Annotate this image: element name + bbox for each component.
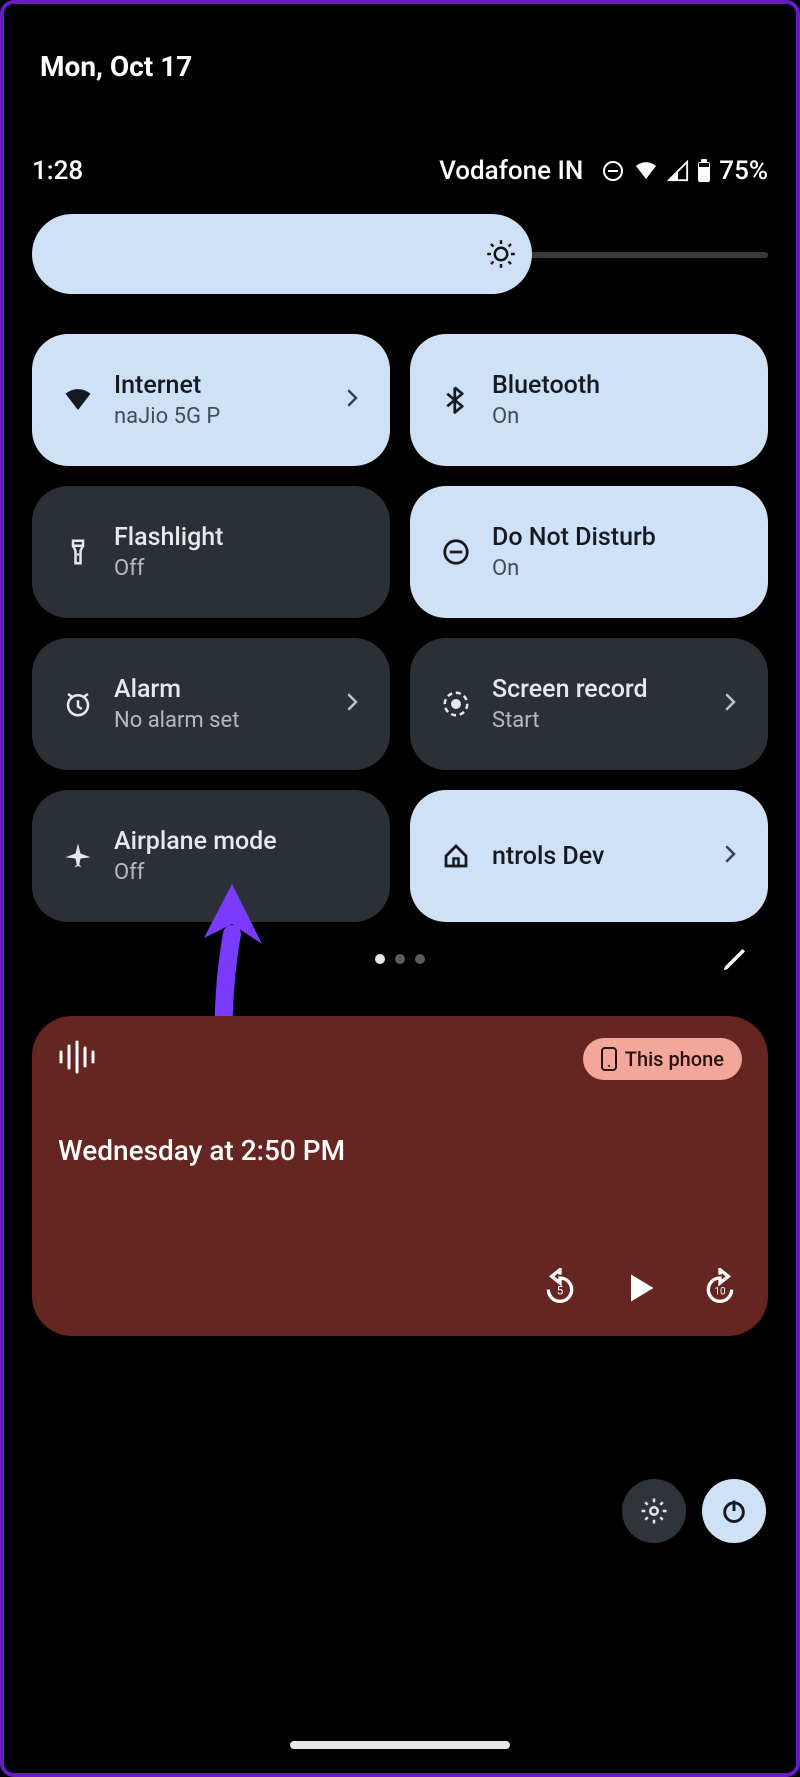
dnd-status-icon [601,159,625,183]
flashlight-icon [56,537,100,567]
tile-title: Bluetooth [492,371,748,400]
status-time: 1:28 [32,156,83,186]
settings-button[interactable] [622,1479,686,1543]
nav-handle[interactable] [290,1741,510,1749]
brightness-icon [486,239,516,269]
play-button[interactable] [622,1270,658,1310]
edit-tiles-button[interactable] [720,944,750,978]
tile-subtitle: Off [114,556,370,581]
tile-bluetooth[interactable]: Bluetooth On [410,334,768,466]
chevron-right-icon [340,386,370,414]
forward-10-button[interactable]: 10 [700,1268,740,1312]
wifi-icon [56,385,100,415]
battery-status-icon [697,159,711,183]
svg-text:10: 10 [714,1287,726,1298]
tile-subtitle: On [492,556,748,581]
status-carrier: Vodafone IN [439,156,583,186]
home-icon [434,841,478,871]
tile-internet[interactable]: Internet naJio 5G P [32,334,390,466]
media-output-label: This phone [625,1047,724,1071]
pager-dot[interactable] [375,954,385,964]
gear-icon [639,1496,669,1526]
media-player-card[interactable]: This phone Wednesday at 2:50 PM 5 10 [32,1016,768,1336]
pencil-icon [720,944,750,974]
tile-subtitle: naJio 5G P [114,404,340,429]
power-button[interactable] [702,1479,766,1543]
rewind-icon: 5 [540,1268,580,1308]
bluetooth-icon [434,385,478,415]
alarm-icon [56,689,100,719]
play-icon [622,1270,658,1306]
phone-icon [601,1047,617,1071]
tile-title: ntrols Dev [492,842,718,871]
status-bar: 1:28 Vodafone IN 75% [32,156,768,186]
dnd-icon [434,537,478,567]
tile-title: Airplane mode [114,827,370,856]
tile-devctrls[interactable]: ntrols Dev [410,790,768,922]
tile-title: Flashlight [114,523,370,552]
quick-tiles: Internet naJio 5G P Bluetooth On Flashlight O… [32,334,768,922]
tile-flashlight[interactable]: Flashlight Off [32,486,390,618]
record-icon [434,689,478,719]
tile-title: Internet [114,371,340,400]
tile-subtitle: Off [114,860,370,885]
page-indicator [4,954,796,964]
media-title: Wednesday at 2:50 PM [58,1134,742,1167]
tile-title: Do Not Disturb [492,523,748,552]
tile-dnd[interactable]: Do Not Disturb On [410,486,768,618]
media-output-chip[interactable]: This phone [583,1038,742,1080]
brightness-slider[interactable] [32,214,768,294]
airplane-icon [56,841,100,871]
wifi-status-icon [633,159,659,183]
tile-title: Screen record [492,675,718,704]
chevron-right-icon [718,842,748,870]
battery-percent: 75% [719,156,768,186]
pager-dot[interactable] [395,954,405,964]
tile-title: Alarm [114,675,340,704]
tile-subtitle: On [492,404,748,429]
chevron-right-icon [340,690,370,718]
date-label: Mon, Oct 17 [40,50,192,83]
tile-subtitle: Start [492,708,718,733]
forward-icon: 10 [700,1268,740,1308]
signal-status-icon [667,160,689,182]
brightness-fill [32,214,532,294]
tile-subtitle: No alarm set [114,708,340,733]
chevron-right-icon [718,690,748,718]
tile-alarm[interactable]: Alarm No alarm set [32,638,390,770]
rewind-5-button[interactable]: 5 [540,1268,580,1312]
svg-text:5: 5 [557,1284,564,1298]
power-icon [720,1497,748,1525]
tile-airplane[interactable]: Airplane mode Off [32,790,390,922]
tile-screenrec[interactable]: Screen record Start [410,638,768,770]
pager-dot[interactable] [415,954,425,964]
audio-wave-icon [58,1040,100,1078]
